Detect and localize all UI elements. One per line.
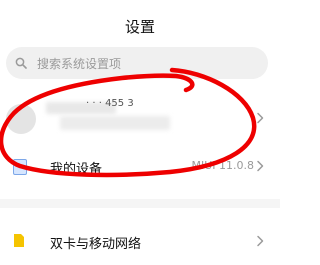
chevron-right-icon <box>257 112 264 124</box>
my-device-label: 我的设备 <box>50 162 103 177</box>
miui-version: MIUI 11.0.8 <box>191 159 254 172</box>
chevron-right-icon <box>257 160 264 172</box>
phone-icon <box>13 159 27 175</box>
dual-sim-network-label: 双卡与移动网络 <box>50 237 142 252</box>
search-bar[interactable]: 搜索系统设置项 <box>6 47 268 79</box>
account-row[interactable]: · · · 455 3 <box>0 88 280 148</box>
chevron-right-icon <box>257 235 264 247</box>
account-id-redacted <box>60 116 170 130</box>
my-device-row[interactable]: 我的设备 MIUI 11.0.8 <box>0 148 280 184</box>
avatar <box>6 104 36 134</box>
account-text-fragment: · · · 455 3 <box>86 98 134 109</box>
sim-card-icon <box>14 234 24 247</box>
page-title: 设置 <box>124 18 155 36</box>
search-placeholder: 搜索系统设置项 <box>37 57 122 71</box>
dual-sim-network-row[interactable]: 双卡与移动网络 <box>0 223 280 259</box>
search-icon <box>15 57 27 69</box>
section-divider <box>0 199 280 208</box>
